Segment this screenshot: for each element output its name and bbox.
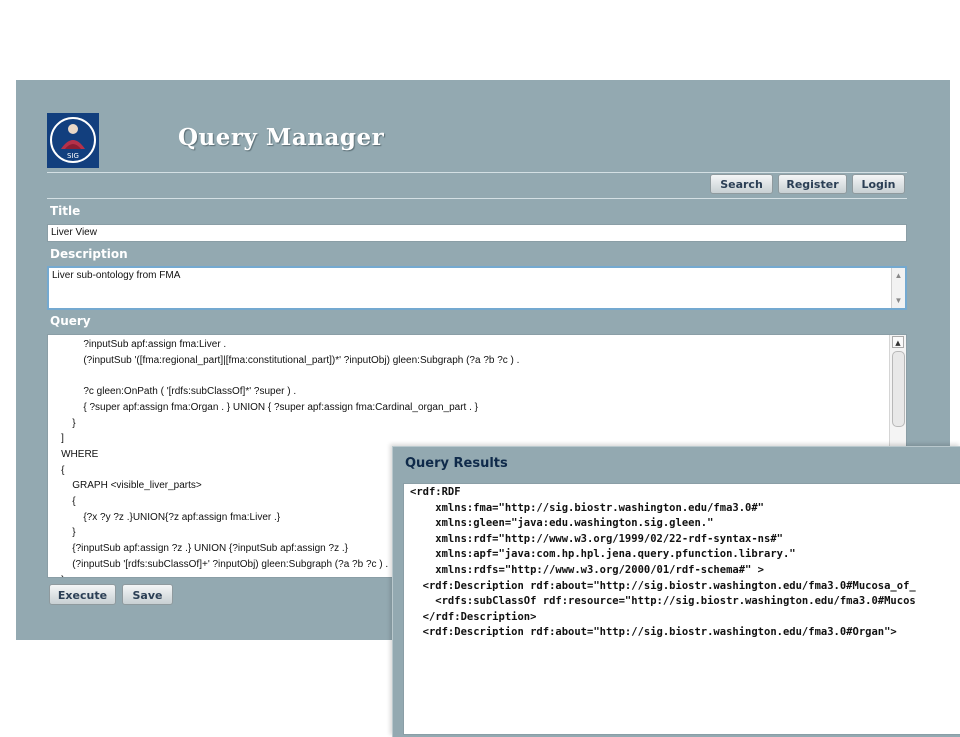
scroll-up-icon[interactable]: ▲ <box>892 336 904 348</box>
app-title: Query Manager <box>178 124 385 151</box>
header-divider <box>47 172 907 173</box>
title-label: Title <box>50 204 81 218</box>
query-results-panel: Query Results <rdf:RDF xmlns:fma="http:/… <box>392 446 960 737</box>
execute-button[interactable]: Execute <box>49 584 116 605</box>
sig-logo: SIG <box>47 113 99 168</box>
svg-text:SIG: SIG <box>67 152 79 160</box>
description-text: Liver sub-ontology from FMA <box>52 270 181 281</box>
description-textarea[interactable]: Liver sub-ontology from FMA ▲ ▼ <box>47 266 907 310</box>
search-button[interactable]: Search <box>710 174 773 194</box>
query-label: Query <box>50 314 91 328</box>
title-input[interactable]: Liver View <box>47 224 907 242</box>
scroll-down-icon[interactable]: ▼ <box>892 294 905 307</box>
login-button[interactable]: Login <box>852 174 905 194</box>
description-label: Description <box>50 247 128 261</box>
description-scrollbar[interactable]: ▲ ▼ <box>891 268 905 308</box>
register-button[interactable]: Register <box>778 174 847 194</box>
scroll-thumb[interactable] <box>892 351 905 427</box>
save-button[interactable]: Save <box>122 584 173 605</box>
results-text: <rdf:RDF xmlns:fma="http://sig.biostr.wa… <box>410 486 916 639</box>
query-results-output[interactable]: <rdf:RDF xmlns:fma="http://sig.biostr.wa… <box>403 483 960 735</box>
query-results-title: Query Results <box>405 456 508 471</box>
scroll-up-icon[interactable]: ▲ <box>892 269 905 282</box>
nav-divider <box>47 198 907 199</box>
